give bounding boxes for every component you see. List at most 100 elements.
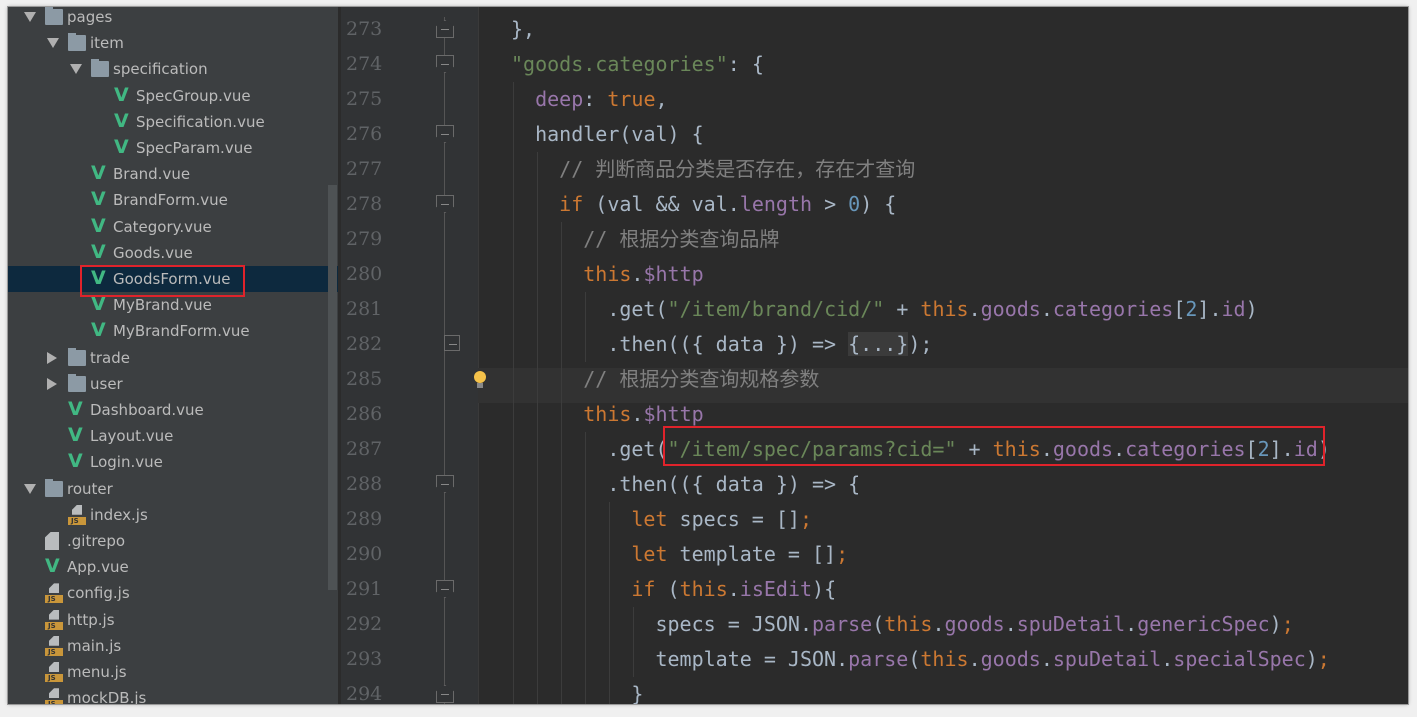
indent-guide — [513, 292, 514, 327]
expand-fold-icon[interactable] — [444, 335, 460, 351]
code-token: if — [631, 577, 656, 601]
lightbulb-icon[interactable] — [474, 371, 486, 388]
code-token: : { — [727, 52, 764, 76]
code-line[interactable]: specs = JSON.parse(this.goods.spuDetail.… — [655, 607, 1293, 642]
code-line[interactable]: deep: true, — [535, 82, 667, 117]
code-line[interactable]: let specs = []; — [631, 502, 812, 537]
indent-guide — [513, 537, 514, 572]
code-token: ; — [799, 507, 813, 531]
code-token: spuDetail — [1052, 647, 1162, 671]
indent-guide — [537, 502, 539, 537]
code-token[interactable]: {...} — [848, 332, 909, 356]
indent-guide — [561, 572, 563, 607]
tree-item-config-js[interactable]: JS config.js — [8, 580, 338, 606]
tree-item-specification-vue[interactable]: V Specification.vue — [8, 109, 338, 135]
tree-item-label: Goods.vue — [113, 243, 193, 262]
code-line[interactable]: }, — [511, 12, 535, 47]
indent-guide — [561, 537, 563, 572]
code-line[interactable]: .get("/item/brand/cid/" + this.goods.cat… — [607, 292, 1257, 327]
code-token: this — [920, 647, 969, 671]
code-line[interactable]: } — [631, 677, 643, 704]
tree-item-gitrepo[interactable]: .gitrepo — [8, 528, 338, 554]
code-line[interactable]: // 判断商品分类是否存在，存在才查询 — [559, 152, 915, 187]
highlight-box — [662, 426, 1325, 466]
collapse-arrow-icon[interactable] — [47, 351, 57, 364]
text-file-icon — [45, 532, 59, 550]
tree-item-router[interactable]: router — [8, 476, 338, 502]
tree-item-login-vue[interactable]: V Login.vue — [8, 449, 338, 475]
tree-item-mybrandform-vue[interactable]: V MyBrandForm.vue — [8, 318, 338, 344]
tree-item-app-vue[interactable]: V App.vue — [8, 554, 338, 580]
expand-arrow-icon[interactable] — [70, 64, 82, 75]
folder-icon — [68, 347, 86, 366]
indent-guide — [537, 537, 539, 572]
code-line[interactable]: this.$http — [583, 257, 703, 292]
line-number: 287 — [346, 438, 383, 460]
collapse-arrow-icon[interactable] — [47, 377, 57, 390]
code-token: isEdit — [739, 577, 813, 601]
code-token: .then(({ data }) => — [607, 332, 849, 356]
ide-window: JSmockDB.jsJSmenu.jsJSmain.jsJShttp.jsJS… — [7, 6, 1409, 705]
indent-guide — [513, 222, 514, 257]
indent-guide — [585, 292, 587, 327]
code-line[interactable]: .then(({ data }) => {...}); — [607, 327, 932, 362]
tree-item-category-vue[interactable]: V Category.vue — [8, 214, 338, 240]
tree-scrollbar[interactable] — [328, 185, 337, 590]
indent-guide — [537, 152, 539, 187]
tree-item-layout-vue[interactable]: V Layout.vue — [8, 423, 338, 449]
code-line[interactable]: // 根据分类查询规格参数 — [583, 362, 819, 397]
tree-item-trade[interactable]: trade — [8, 345, 338, 371]
tree-item-dashboard-vue[interactable]: V Dashboard.vue — [8, 397, 338, 423]
code-token: ( — [655, 577, 680, 601]
tree-item-label: menu.js — [67, 663, 127, 681]
code-line[interactable]: "goods.categories": { — [511, 47, 764, 82]
tree-item-menu-js[interactable]: JS menu.js — [8, 659, 338, 685]
code-token: if — [559, 192, 584, 216]
code-token: ]. — [1197, 297, 1222, 321]
code-token: . — [727, 577, 740, 601]
indent-guide — [513, 467, 514, 502]
code-line[interactable]: template = JSON.parse(this.goods.spuDeta… — [655, 642, 1329, 677]
code-token: 2 — [1185, 297, 1198, 321]
indent-guide — [513, 502, 514, 537]
code-line[interactable]: if (val && val.length > 0) { — [559, 187, 896, 222]
code-token: parse — [848, 647, 909, 671]
tree-item-goods-vue[interactable]: V Goods.vue — [8, 240, 338, 266]
tree-item-index-js[interactable]: JS index.js — [8, 502, 338, 528]
tree-item-pages[interactable]: pages — [8, 7, 338, 30]
code-token: . — [968, 647, 981, 671]
indent-guide — [561, 677, 563, 704]
line-number: 277 — [346, 158, 383, 180]
line-number: 276 — [346, 123, 383, 145]
code-token: goods — [944, 612, 1005, 636]
tree-item-http-js[interactable]: JS http.js — [8, 607, 338, 633]
tree-item-mockdb-js[interactable]: JS mockDB.js — [8, 685, 338, 704]
tree-item-specgroup-vue[interactable]: V SpecGroup.vue — [8, 83, 338, 109]
code-token: genericSpec — [1137, 612, 1270, 636]
code-line[interactable]: if (this.isEdit){ — [631, 572, 836, 607]
expand-arrow-icon[interactable] — [24, 12, 36, 22]
expand-arrow-icon[interactable] — [47, 38, 59, 49]
indent-guide — [561, 327, 563, 362]
tree-item-main-js[interactable]: JS main.js — [8, 633, 338, 659]
tree-item-label: .gitrepo — [67, 532, 126, 550]
indent-guide — [513, 362, 514, 397]
tree-item-brandform-vue[interactable]: V BrandForm.vue — [8, 187, 338, 213]
tree-item-specparam-vue[interactable]: V SpecParam.vue — [8, 135, 338, 161]
expand-arrow-icon[interactable] — [24, 483, 36, 494]
indent-guide — [561, 362, 563, 397]
indent-guide — [537, 642, 539, 677]
code-line[interactable]: // 根据分类查询品牌 — [583, 222, 779, 257]
code-line[interactable]: handler(val) { — [535, 117, 704, 152]
line-number: 280 — [346, 263, 383, 285]
tree-item-brand-vue[interactable]: V Brand.vue — [8, 161, 338, 187]
tree-item-user[interactable]: user — [8, 371, 338, 397]
code-line[interactable]: let template = []; — [631, 537, 848, 572]
tree-item-specification[interactable]: specification — [8, 56, 338, 82]
tree-item-label: http.js — [67, 610, 115, 629]
tree-item-item[interactable]: item — [8, 30, 338, 56]
code-line[interactable]: .then(({ data }) => { — [607, 467, 860, 502]
code-token: $http — [643, 402, 704, 426]
folder-icon — [45, 478, 63, 497]
indent-guide — [561, 432, 563, 467]
